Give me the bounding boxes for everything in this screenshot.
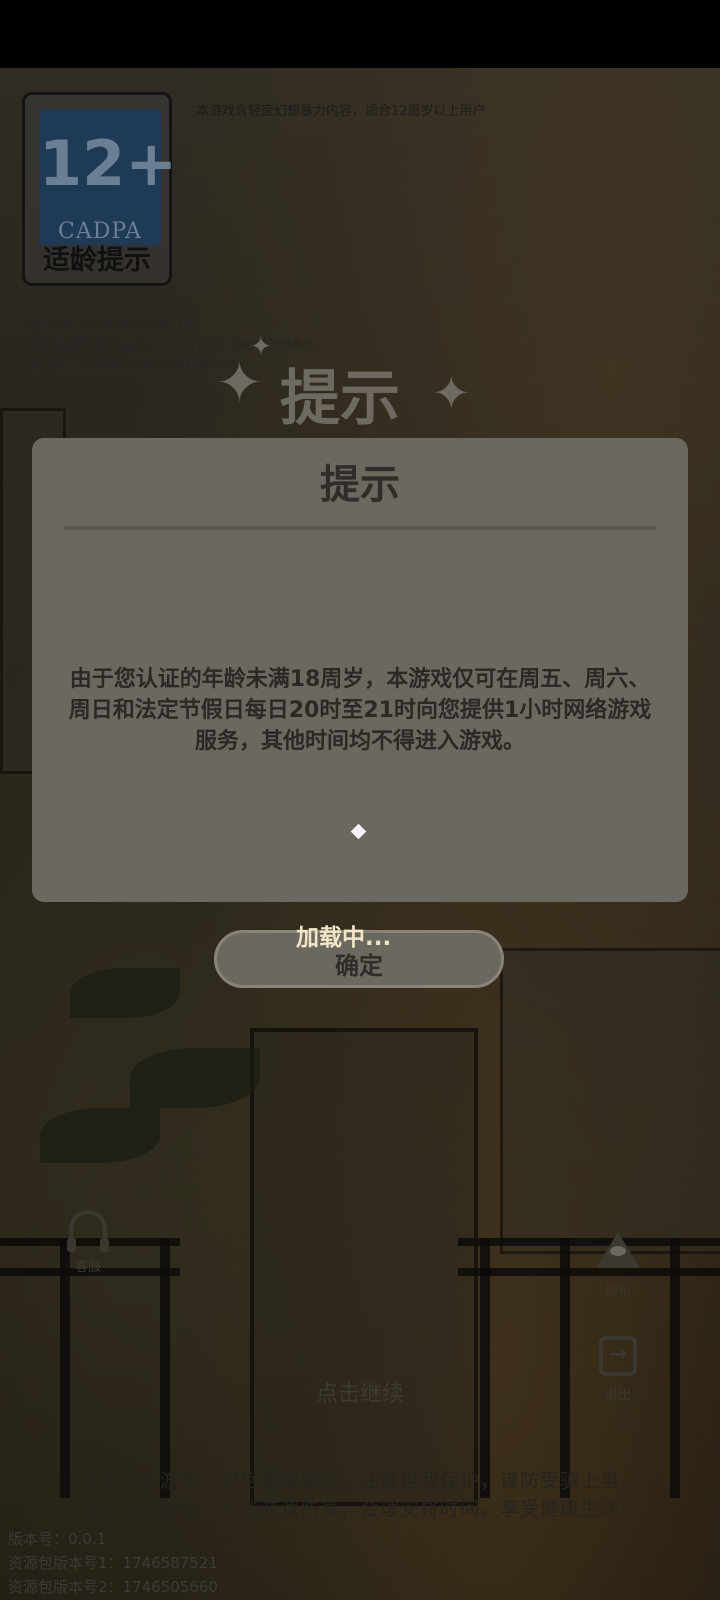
health-warning-line: 抵制不良游戏，拒绝盗版游戏，注意自我保护，谨防受骗上当。 — [79, 1470, 640, 1492]
customer-service-label: 客服 — [74, 1260, 101, 1275]
screen-title: 提示 — [280, 364, 400, 434]
diamond-indicator-icon — [350, 823, 367, 840]
exit-icon: → — [599, 1336, 637, 1376]
status-bar — [0, 0, 720, 68]
eye-icon — [596, 1232, 640, 1268]
customer-service-button[interactable]: 客服 — [60, 1210, 116, 1275]
loading-text: 加载中... — [296, 925, 392, 951]
age-rating-label: 适龄提示 — [43, 245, 151, 276]
age-rating-number: 12+ — [39, 127, 178, 200]
health-warning-line: 适度游戏益脑，沉迷游戏伤身，合理安排时间，享受健康生活。 — [79, 1498, 640, 1520]
dialog-divider — [64, 526, 656, 530]
icp-license: 蜀ICP备2025130114号-1A — [28, 318, 193, 333]
sparkle-icon: ✦ — [432, 366, 471, 420]
headset-icon — [67, 1210, 109, 1252]
dialog-title: 提示 — [320, 462, 400, 508]
resource-version-1: 资源包版本号1：1746587521 — [8, 1554, 218, 1572]
age-rating-notice: 本游戏含轻度幻想暴力内容，适合12周岁以上用户 — [196, 104, 486, 119]
resource-version-2: 资源包版本号2：1746505660 — [8, 1578, 218, 1596]
notice-dialog: 提示 由于您认证的年龄未满18周岁，本游戏仅可在周五、周六、周日和法定节假日每日… — [32, 438, 688, 902]
privacy-button[interactable]: 隐私 — [590, 1232, 646, 1299]
app-version: 版本号：0.0.1 — [8, 1530, 107, 1548]
age-rating-badge: 12+ CADPA 适龄提示 — [22, 92, 178, 286]
tap-to-continue[interactable]: 点击继续 — [0, 1376, 720, 1408]
age-rating-plate: 12+ CADPA — [39, 109, 178, 245]
dialog-message: 由于您认证的年龄未满18周岁，本游戏仅可在周五、周六、周日和法定节假日每日20时… — [68, 667, 652, 754]
privacy-label: 隐私 — [604, 1284, 631, 1299]
copyright-owner: 著作权人：成都空在社科技有限公司 — [28, 358, 237, 373]
